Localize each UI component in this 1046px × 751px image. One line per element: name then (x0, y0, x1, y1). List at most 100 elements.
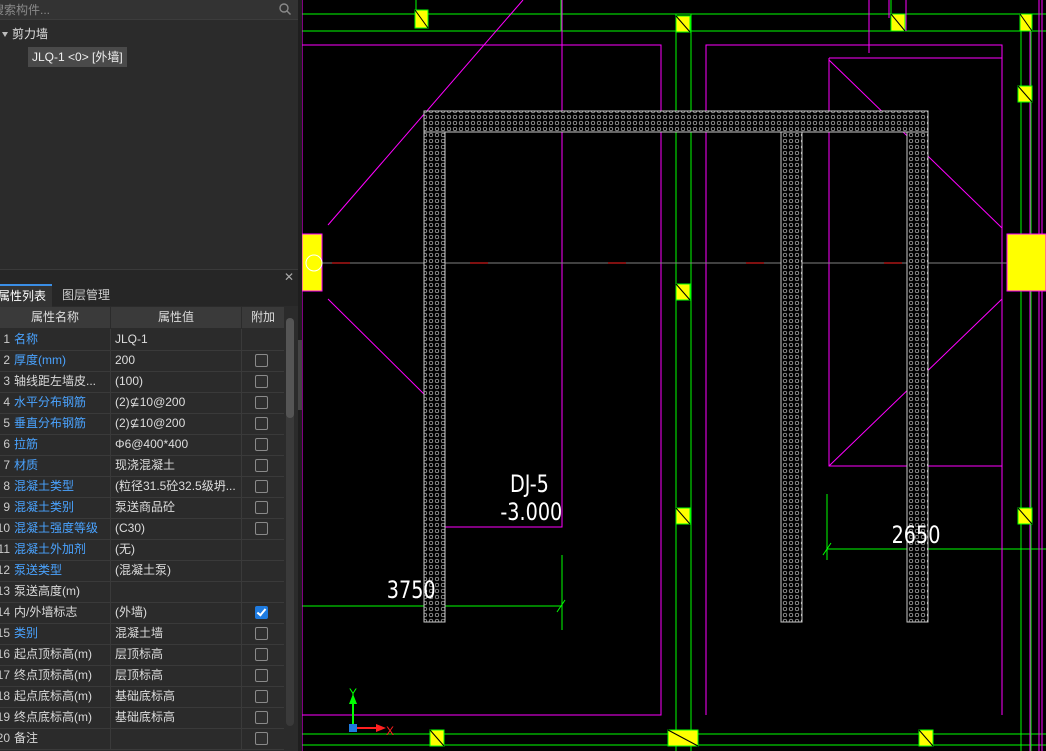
property-value[interactable]: (无) (115, 539, 241, 560)
table-row[interactable]: 17 终点顶标高(m) 层顶标高 (0, 665, 284, 687)
column-divider (110, 392, 111, 413)
row-number: 2 (3, 353, 10, 367)
column-divider (241, 371, 242, 392)
property-name: 厚度(mm) (14, 353, 66, 367)
cad-canvas[interactable]: DJ-5 -3.000 3750 2650 Y X (302, 0, 1046, 751)
extra-checkbox[interactable] (255, 669, 268, 682)
extra-checkbox[interactable] (255, 417, 268, 430)
column-divider (110, 728, 111, 749)
property-name: 起点顶标高(m) (14, 647, 92, 661)
property-name: 混凝土外加剂 (14, 542, 87, 556)
property-value[interactable]: 层顶标高 (115, 644, 241, 665)
table-row[interactable]: 7 材质 现浇混凝土 (0, 455, 284, 477)
property-name: 类别 (14, 626, 39, 640)
row-number: 4 (3, 395, 10, 409)
row-number: 16 (0, 647, 10, 661)
search-icon[interactable] (278, 2, 292, 16)
table-row[interactable]: 9 混凝土类别 泵送商品砼 (0, 497, 284, 519)
table-row[interactable]: 15 类别 混凝土墙 (0, 623, 284, 645)
property-value[interactable]: 现浇混凝土 (115, 455, 241, 476)
property-value[interactable]: 泵送商品砼 (115, 497, 241, 518)
property-name: 终点顶标高(m) (14, 668, 92, 682)
table-row[interactable]: 11 混凝土外加剂 (无) (0, 539, 284, 561)
tree-node-label: 剪力墙 (12, 27, 49, 41)
table-row[interactable]: 12 泵送类型 (混凝土泵) (0, 560, 284, 582)
cad-drawing: DJ-5 -3.000 3750 2650 Y X (302, 0, 1046, 751)
extra-checkbox[interactable] (255, 501, 268, 514)
table-row[interactable]: 5 垂直分布钢筋 (2)⊈10@200 (0, 413, 284, 435)
table-row[interactable]: 19 终点底标高(m) 基础底标高 (0, 707, 284, 729)
extra-checkbox[interactable] (255, 606, 268, 619)
property-value[interactable]: 层顶标高 (115, 665, 241, 686)
table-row[interactable]: 14 内/外墙标志 (外墙) (0, 602, 284, 624)
extra-checkbox[interactable] (255, 438, 268, 451)
property-value[interactable]: Φ6@400*400 (115, 434, 241, 455)
tree-item-jlq-1[interactable]: JLQ-1 <0> [外墙] (28, 47, 127, 67)
column-divider (241, 707, 242, 728)
tree-node-shear-wall[interactable]: 剪力墙 (2, 25, 48, 43)
column-divider (110, 455, 111, 476)
property-name: 名称 (14, 332, 39, 346)
table-row[interactable]: 18 起点底标高(m) 基础底标高 (0, 686, 284, 708)
column-divider (241, 350, 242, 371)
property-value[interactable]: (C30) (115, 518, 241, 539)
column-divider (241, 728, 242, 749)
column-divider (241, 392, 242, 413)
property-value[interactable]: 混凝土墙 (115, 623, 241, 644)
property-value[interactable]: (100) (115, 371, 241, 392)
table-row[interactable]: 20 备注 (0, 728, 284, 750)
dimension-right: 2650 (892, 522, 941, 550)
column-divider (110, 644, 111, 665)
property-value[interactable]: JLQ-1 (115, 329, 241, 350)
table-row[interactable]: 3 轴线距左墙皮... (100) (0, 371, 284, 393)
header-property-name[interactable]: 属性名称 (0, 307, 111, 328)
table-row[interactable]: 10 混凝土强度等级 (C30) (0, 518, 284, 540)
tab-layer-manager[interactable]: 图层管理 (56, 284, 116, 306)
table-row[interactable]: 4 水平分布钢筋 (2)⊈10@200 (0, 392, 284, 414)
left-panel: 剪力墙 JLQ-1 <0> [外墙] ✕ 属性列表 图层管理 属性名称 属性值 … (0, 0, 302, 751)
dimension-left: 3750 (387, 577, 436, 605)
row-number: 13 (0, 584, 10, 598)
extra-checkbox[interactable] (255, 375, 268, 388)
header-property-value[interactable]: 属性值 (111, 307, 242, 328)
extra-checkbox[interactable] (255, 648, 268, 661)
table-row[interactable]: 8 混凝土类型 (粒径31.5砼32.5级坍... (0, 476, 284, 498)
property-value[interactable]: 200 (115, 350, 241, 371)
extra-checkbox[interactable] (255, 354, 268, 367)
property-value[interactable]: (2)⊈10@200 (115, 413, 241, 434)
search-bar (0, 0, 300, 20)
extra-checkbox[interactable] (255, 459, 268, 472)
table-row[interactable]: 13 泵送高度(m) (0, 581, 284, 603)
property-value[interactable]: (2)⊈10@200 (115, 392, 241, 413)
extra-checkbox[interactable] (255, 711, 268, 724)
search-input[interactable] (0, 0, 270, 19)
table-row[interactable]: 16 起点顶标高(m) 层顶标高 (0, 644, 284, 666)
table-row[interactable]: 1 名称 JLQ-1 (0, 329, 284, 351)
property-value[interactable]: 基础底标高 (115, 707, 241, 728)
header-extra[interactable]: 附加 (242, 307, 285, 328)
scrollbar[interactable] (286, 318, 294, 726)
row-number: 17 (0, 668, 10, 682)
extra-checkbox[interactable] (255, 522, 268, 535)
chevron-down-icon[interactable] (2, 32, 8, 38)
extra-checkbox[interactable] (255, 396, 268, 409)
property-name: 垂直分布钢筋 (14, 416, 87, 430)
extra-checkbox[interactable] (255, 690, 268, 703)
tree-item-label: JLQ-1 <0> [外墙] (32, 50, 123, 64)
property-value[interactable]: (混凝土泵) (115, 560, 241, 581)
row-number: 6 (3, 437, 10, 451)
property-name: 内/外墙标志 (14, 605, 78, 619)
table-row[interactable]: 2 厚度(mm) 200 (0, 350, 284, 372)
tab-property-list[interactable]: 属性列表 (0, 284, 53, 308)
extra-checkbox[interactable] (255, 480, 268, 493)
table-row[interactable]: 6 拉筋 Φ6@400*400 (0, 434, 284, 456)
close-icon[interactable]: ✕ (284, 270, 294, 284)
extra-checkbox[interactable] (255, 732, 268, 745)
property-value[interactable]: 基础底标高 (115, 686, 241, 707)
column-divider (241, 518, 242, 539)
property-value[interactable]: (粒径31.5砼32.5级坍... (115, 476, 241, 497)
property-value[interactable]: (外墙) (115, 602, 241, 623)
extra-checkbox[interactable] (255, 627, 268, 640)
scroll-thumb[interactable] (286, 318, 294, 418)
property-name: 起点底标高(m) (14, 689, 92, 703)
